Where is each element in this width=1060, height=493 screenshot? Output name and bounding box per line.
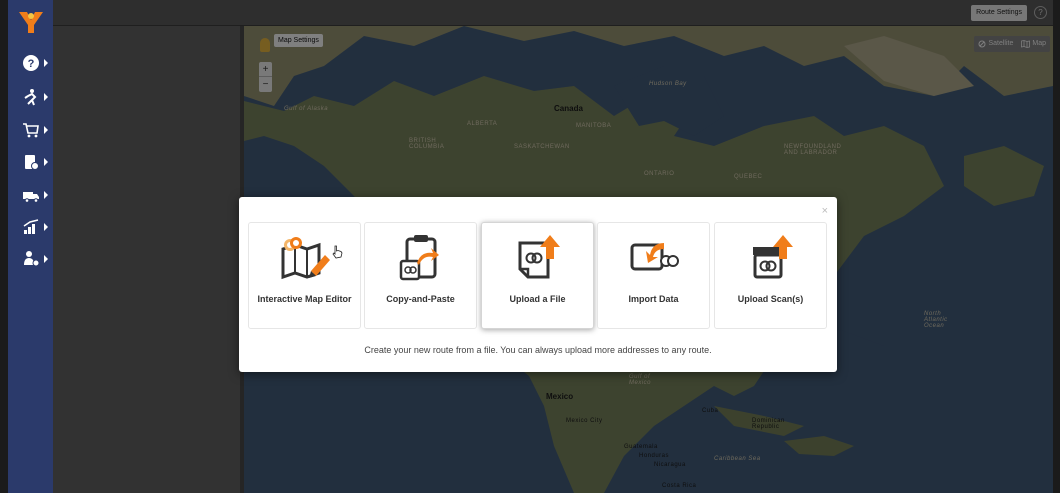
import-data-icon	[630, 243, 679, 271]
address-book-icon	[24, 155, 39, 170]
hand-cursor-icon	[332, 245, 343, 259]
option-import-data[interactable]: Import Data	[597, 222, 710, 329]
help-circle-icon[interactable]: ?	[1034, 6, 1047, 19]
route-icon	[23, 89, 36, 106]
upload-file-icon	[518, 235, 560, 279]
map-icon	[1021, 40, 1031, 48]
upload-scan-icon	[753, 235, 793, 279]
team-icon	[23, 251, 39, 267]
new-route-modal: × Interactive Map Editor Copy-and-Paste …	[239, 197, 837, 372]
map-label-gulf-alaska: Gulf of Alaska	[284, 106, 329, 112]
cart-icon	[22, 123, 39, 138]
map-editor-icon	[281, 237, 330, 280]
option-upload-a-file[interactable]: Upload a File	[481, 222, 594, 329]
map-settings-button[interactable]: Map Settings	[274, 34, 323, 47]
map-type-toggle: Satellite Map	[974, 36, 1050, 52]
map-label-british-columbia: BRITISH COLUMBIA	[409, 138, 445, 150]
map-label-mexico: Mexico	[546, 392, 574, 401]
chevron-right-icon	[44, 255, 48, 263]
map-label-costa-rica: Costa Rica	[662, 483, 697, 489]
map-label-north-atlantic: North Atlantic Ocean	[924, 311, 948, 329]
option-label: Copy-and-Paste	[386, 294, 455, 304]
top-toolbar: Route Settings ?	[53, 0, 1053, 26]
satellite-icon	[978, 40, 986, 48]
map-label-saskatchewan: SASKATCHEWAN	[514, 144, 570, 150]
map-label-newfoundland: NEWFOUNDLAND AND LABRADOR	[784, 144, 842, 156]
street-view-pegman-icon[interactable]	[260, 38, 270, 52]
map-label-alberta: ALBERTA	[467, 121, 498, 127]
chevron-right-icon	[44, 223, 48, 231]
satellite-toggle-button[interactable]: Satellite	[974, 36, 1017, 52]
satellite-label: Satellite	[988, 40, 1014, 47]
clipboard-icon	[399, 235, 439, 281]
chevron-right-icon	[44, 59, 48, 67]
option-label: Import Data	[628, 294, 679, 304]
option-copy-and-paste[interactable]: Copy-and-Paste	[364, 222, 477, 329]
svg-text:?: ?	[27, 58, 34, 70]
option-upload-scans[interactable]: Upload Scan(s)	[714, 222, 827, 329]
chevron-right-icon	[44, 126, 48, 134]
analytics-icon	[23, 219, 38, 234]
modal-caption: Create your new route from a file. You c…	[364, 345, 712, 355]
sidebar-item-orders[interactable]	[8, 116, 53, 144]
sidebar-item-team[interactable]	[8, 245, 53, 273]
route4me-logo-icon[interactable]	[16, 6, 46, 36]
map-label-nicaragua: Nicaragua	[654, 462, 686, 468]
map-label-ontario: ONTARIO	[644, 171, 675, 177]
map-label-honduras: Honduras	[639, 453, 670, 459]
sidebar-item-analytics[interactable]	[8, 213, 53, 241]
map-label-mexico-city: Mexico City	[566, 418, 603, 424]
chevron-right-icon	[44, 93, 48, 101]
map-label-gulf-mexico: Gulf of Mexico	[629, 374, 652, 386]
sidebar-item-routes[interactable]	[8, 83, 53, 111]
map-label-guatemala: Guatemala	[624, 444, 658, 450]
route-list-panel	[53, 26, 240, 493]
option-label: Upload Scan(s)	[737, 294, 804, 304]
route-settings-button[interactable]: Route Settings	[971, 5, 1027, 21]
chevron-right-icon	[44, 191, 48, 199]
option-label: Upload a File	[509, 294, 566, 304]
sidebar-item-addresses[interactable]	[8, 148, 53, 176]
map-label-hudson-bay: Hudson Bay	[649, 81, 687, 87]
option-interactive-map-editor[interactable]: Interactive Map Editor	[248, 222, 361, 329]
map-label-manitoba: MANITOBA	[576, 123, 612, 129]
map-label-caribbean-sea: Caribbean Sea	[714, 456, 761, 462]
sidebar-item-vehicles[interactable]	[8, 181, 53, 209]
help-icon: ?	[22, 55, 39, 71]
map-label-quebec: QUEBEC	[734, 174, 763, 180]
map-toggle-button[interactable]: Map	[1017, 36, 1050, 52]
sidebar-item-help[interactable]: ?	[8, 49, 53, 77]
map-label-text: Map	[1032, 40, 1046, 47]
option-label: Interactive Map Editor	[257, 294, 352, 304]
map-label-cuba: Cuba	[702, 408, 719, 414]
close-icon[interactable]: ×	[822, 205, 828, 217]
map-label-dominican-republic: Dominican Republic	[752, 418, 785, 430]
chevron-right-icon	[44, 158, 48, 166]
sidebar: ?	[8, 0, 53, 493]
zoom-in-button[interactable]: +	[259, 62, 272, 77]
zoom-control: + −	[259, 62, 272, 92]
truck-icon	[22, 192, 39, 203]
zoom-out-button[interactable]: −	[259, 77, 272, 92]
map-label-canada: Canada	[554, 104, 583, 113]
